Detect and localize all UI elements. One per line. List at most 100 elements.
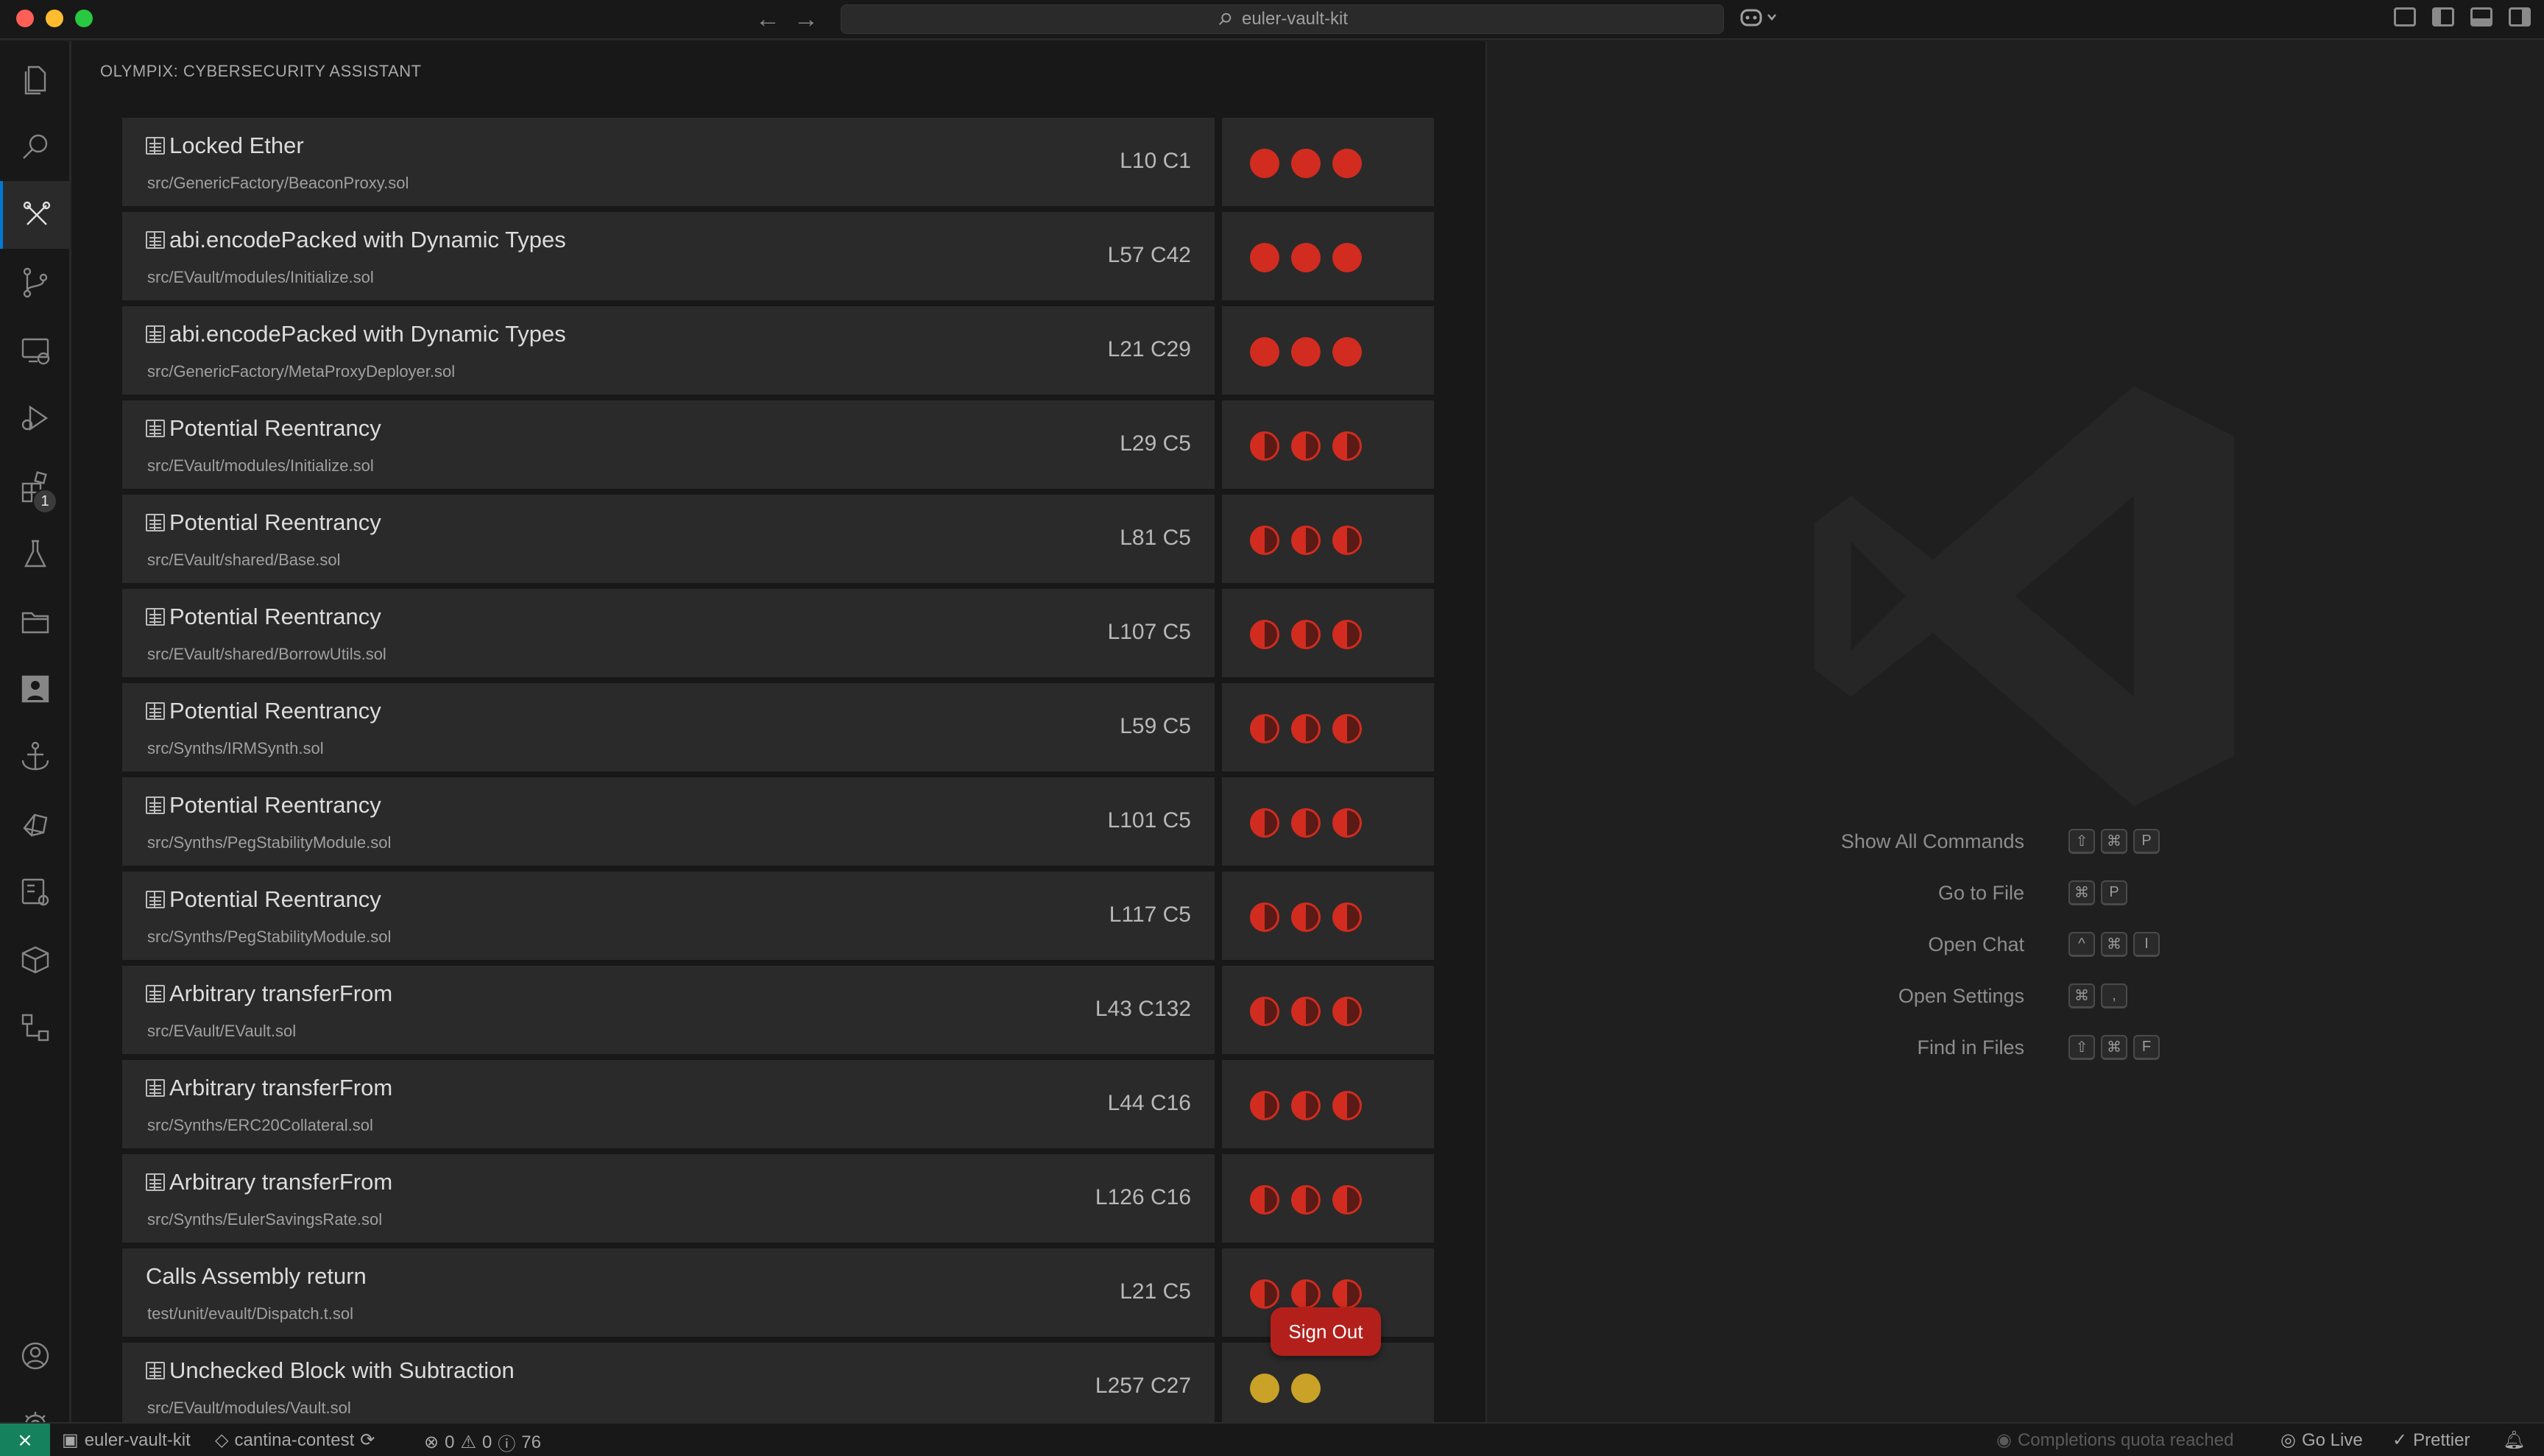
remote-settings-icon[interactable]: [0, 858, 71, 926]
finding-path: src/EVault/modules/Initialize.sol: [147, 268, 374, 286]
severity-indicator: [1222, 589, 1434, 677]
shortcut-item[interactable]: Go to File ⌘ P: [1767, 877, 2326, 929]
finding-title-text: Arbitrary transferFrom: [169, 1169, 393, 1195]
finding-title: Potential Reentrancy: [146, 886, 381, 913]
finding-row[interactable]: Calls Assembly return test/unit/evault/Di…: [122, 1248, 1434, 1337]
finding-row[interactable]: abi.encodePacked with Dynamic Types src/G…: [122, 306, 1434, 395]
forward-arrow-icon[interactable]: →: [794, 4, 819, 34]
finding-main[interactable]: Potential Reentrancy src/Synths/IRMSynth.…: [122, 683, 1215, 771]
severity-dot-icon: [1250, 997, 1279, 1026]
finding-main[interactable]: abi.encodePacked with Dynamic Types src/G…: [122, 306, 1215, 395]
finding-row[interactable]: Potential Reentrancy src/Synths/PegStabil…: [122, 777, 1434, 866]
finding-row[interactable]: Potential Reentrancy src/Synths/PegStabil…: [122, 872, 1434, 960]
severity-dot-icon: [1250, 243, 1279, 272]
remote-indicator-button[interactable]: ⨯: [0, 1424, 50, 1456]
toggle-primary-sidebar-icon[interactable]: [2432, 7, 2454, 26]
sign-out-button[interactable]: Sign Out: [1271, 1307, 1381, 1356]
remote-explorer-icon[interactable]: [0, 317, 71, 384]
testing-icon[interactable]: [0, 520, 71, 587]
severity-dot-icon: [1332, 714, 1362, 743]
finding-title: Calls Assembly return: [146, 1263, 367, 1290]
finding-main[interactable]: Potential Reentrancy src/Synths/PegStabil…: [122, 777, 1215, 866]
prettier-item[interactable]: ✓ Prettier: [2392, 1430, 2470, 1451]
finding-row[interactable]: Locked Ether src/GenericFactory/BeaconPro…: [122, 118, 1434, 206]
shortcut-item[interactable]: Open Chat ^ ⌘ I: [1767, 929, 2326, 980]
severity-dot-icon: [1291, 714, 1321, 743]
finding-main[interactable]: Arbitrary transferFrom src/Synths/ERC20Co…: [122, 1060, 1215, 1148]
explorer-icon[interactable]: [0, 46, 71, 113]
docker-icon[interactable]: [0, 791, 71, 858]
copilot-status-item[interactable]: ◉ Completions quota reached: [1996, 1430, 2233, 1451]
finding-row[interactable]: Potential Reentrancy src/EVault/modules/I…: [122, 400, 1434, 489]
prettier-label: Prettier: [2413, 1430, 2470, 1450]
finding-row[interactable]: Unchecked Block with Subtraction src/EVau…: [122, 1343, 1434, 1422]
severity-indicator: [1222, 777, 1434, 866]
severity-dot-icon: [1250, 714, 1279, 743]
account-icon[interactable]: [0, 1322, 71, 1390]
close-window-button[interactable]: [16, 10, 34, 27]
severity-dot-icon: [1332, 1091, 1362, 1120]
source-control-icon[interactable]: [0, 249, 71, 317]
finding-main[interactable]: Potential Reentrancy src/Synths/PegStabil…: [122, 872, 1215, 960]
maximize-window-button[interactable]: [75, 10, 93, 27]
go-live-button[interactable]: ◎ Go Live: [2280, 1430, 2363, 1451]
keycap: ⌘: [2068, 880, 2095, 905]
finding-main[interactable]: Arbitrary transferFrom src/EVault/EVault.…: [122, 966, 1215, 1054]
toggle-secondary-sidebar-icon[interactable]: [2509, 7, 2531, 26]
run-debug-icon[interactable]: [0, 384, 71, 452]
finding-row[interactable]: Arbitrary transferFrom src/EVault/EVault.…: [122, 966, 1434, 1054]
finding-row[interactable]: Arbitrary transferFrom src/Synths/EulerSa…: [122, 1154, 1434, 1243]
extensions-icon[interactable]: 1: [0, 452, 71, 520]
finding-main[interactable]: Calls Assembly return test/unit/evault/Di…: [122, 1248, 1215, 1337]
shortcut-item[interactable]: Find in Files ⇧ ⌘ F: [1767, 1032, 2326, 1084]
severity-dot-icon: [1250, 149, 1279, 178]
finding-location: L43 C132: [1095, 997, 1191, 1021]
customize-layout-icon[interactable]: [2394, 7, 2416, 26]
notifications-bell-icon[interactable]: 🔔︎: [2503, 1430, 2525, 1451]
shortcut-item[interactable]: Show All Commands ⇧ ⌘ P: [1767, 826, 2326, 877]
finding-row[interactable]: Potential Reentrancy src/EVault/shared/Bo…: [122, 589, 1434, 677]
severity-dot-icon: [1332, 431, 1362, 461]
finding-main[interactable]: Arbitrary transferFrom src/Synths/EulerSa…: [122, 1154, 1215, 1243]
folder-icon[interactable]: [0, 587, 71, 655]
workspace-name: euler-vault-kit: [1241, 9, 1349, 29]
package-icon[interactable]: [0, 926, 71, 994]
finding-title-text: Potential Reentrancy: [169, 415, 381, 441]
finding-main[interactable]: abi.encodePacked with Dynamic Types src/E…: [122, 212, 1215, 300]
finding-main[interactable]: Potential Reentrancy src/EVault/shared/Ba…: [122, 495, 1215, 583]
back-arrow-icon[interactable]: ←: [755, 4, 780, 34]
finding-main[interactable]: Unchecked Block with Subtraction src/EVau…: [122, 1343, 1215, 1422]
finding-row[interactable]: abi.encodePacked with Dynamic Types src/E…: [122, 212, 1434, 300]
finding-row[interactable]: Potential Reentrancy src/EVault/shared/Ba…: [122, 495, 1434, 583]
anchor-icon[interactable]: [0, 723, 71, 791]
finding-title-text: Potential Reentrancy: [169, 886, 381, 912]
table-icon: [146, 796, 165, 814]
finding-main[interactable]: Locked Ether src/GenericFactory/BeaconPro…: [122, 118, 1215, 206]
diagram-icon[interactable]: [0, 994, 71, 1061]
minimize-window-button[interactable]: [46, 10, 63, 27]
branch-item[interactable]: ◇ cantina-contest ⟳: [215, 1430, 375, 1451]
severity-dot-icon: [1291, 1279, 1321, 1309]
finding-title: Potential Reentrancy: [146, 415, 381, 442]
repo-item[interactable]: ▣ euler-vault-kit: [62, 1430, 191, 1451]
severity-dot-icon: [1291, 1185, 1321, 1215]
copilot-icon[interactable]: [1740, 6, 1778, 33]
search-icon[interactable]: [0, 113, 71, 181]
toggle-panel-icon[interactable]: [2470, 7, 2492, 26]
finding-row[interactable]: Potential Reentrancy src/Synths/IRMSynth.…: [122, 683, 1434, 771]
command-center-search[interactable]: euler-vault-kit: [841, 4, 1724, 34]
finding-main[interactable]: Potential Reentrancy src/EVault/shared/Bo…: [122, 589, 1215, 677]
olympix-icon[interactable]: [0, 181, 71, 249]
finding-main[interactable]: Potential Reentrancy src/EVault/modules/I…: [122, 400, 1215, 489]
finding-path: src/Synths/ERC20Collateral.sol: [147, 1116, 373, 1134]
severity-indicator: [1222, 495, 1434, 583]
keycap: ⌘: [2101, 829, 2127, 854]
severity-dot-icon: [1291, 337, 1321, 367]
problems-item[interactable]: ⊗ 0 ⚠ 0 ⓘ 76: [424, 1430, 541, 1455]
profile-card-icon[interactable]: [0, 655, 71, 723]
severity-indicator: [1222, 683, 1434, 771]
finding-row[interactable]: Arbitrary transferFrom src/Synths/ERC20Co…: [122, 1060, 1434, 1148]
table-icon: [146, 231, 165, 249]
extensions-badge: 1: [32, 489, 57, 514]
shortcut-item[interactable]: Open Settings ⌘,: [1767, 980, 2326, 1032]
